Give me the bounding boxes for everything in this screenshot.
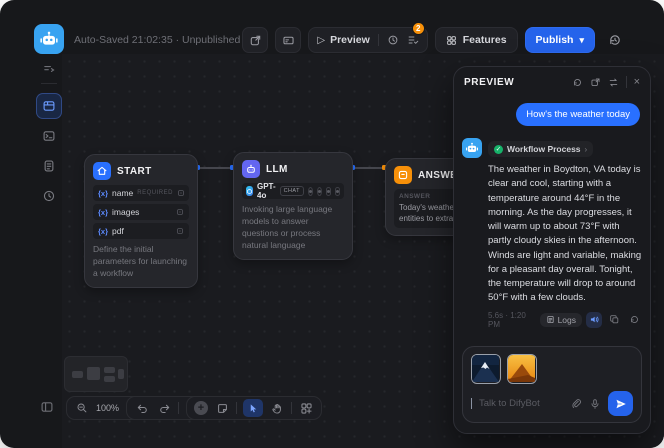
app-logo[interactable] [34,24,64,54]
features-icon [446,35,457,46]
chat-input[interactable] [479,398,563,409]
play-icon: ▷ [317,35,325,46]
zoom-out-icon[interactable] [74,400,90,416]
add-block-button[interactable]: + [194,401,208,415]
organize-blocks-icon[interactable] [298,400,314,416]
text-cursor [471,398,472,409]
bot-answer-text: The weather in Boydton, VA today is clea… [488,163,642,306]
field-type-icon [176,208,184,216]
capability-icon [335,187,340,196]
start-field-name[interactable]: {x} name REQUIRED [93,185,189,201]
voice-input-icon[interactable] [589,398,601,410]
pointer-mode-button[interactable] [243,399,263,417]
model-name: GPT-4o [257,182,276,200]
publish-button[interactable]: Publish ▾ [525,27,595,53]
version-history-button[interactable] [602,27,628,53]
regenerate-button[interactable] [626,312,642,328]
capability-icon [308,187,313,196]
canvas-minimap[interactable] [64,356,128,392]
send-button[interactable] [608,391,633,416]
undo-icon[interactable] [134,400,150,416]
collapse-panel-icon[interactable] [40,400,54,414]
workflow-process-toggle[interactable]: ✓ Workflow Process › [488,141,593,157]
sidebar-item-orchestrate[interactable] [36,93,62,119]
node-llm[interactable]: LLM GPT-4o CHAT Invoking large language … [233,152,353,260]
edge-llm-answer [352,167,385,169]
preview-button[interactable]: ▷ Preview [317,34,369,46]
start-field-images[interactable]: {x} images [93,204,189,220]
chevron-right-icon: › [585,145,588,154]
success-check-icon: ✓ [494,145,503,154]
user-message-bubble: How's the weather today [516,103,640,126]
llm-node-title: LLM [266,164,288,175]
nav-list-icon[interactable] [42,62,56,76]
variable-icon: {x} [98,208,108,217]
field-type-icon [176,227,184,235]
logs-button[interactable]: Logs [540,313,582,327]
autosave-status: Auto-Saved 21:02:35 · Unpublished [74,34,240,46]
capability-icon [317,187,322,196]
message-meta: 5.6s · 1:20 PM [488,311,540,329]
llm-node-icon [242,160,260,178]
sidebar-item-api[interactable] [36,153,62,179]
llm-node-description: Invoking large language models to answer… [242,204,344,252]
llm-model-row[interactable]: GPT-4o CHAT [242,183,344,199]
preview-title: PREVIEW [464,77,514,88]
open-external-button[interactable] [242,27,268,53]
gpt-4o-model-icon [246,186,253,196]
swap-panel-icon[interactable] [608,77,619,88]
variable-icon: {x} [98,189,108,198]
chevron-down-icon: ▾ [579,35,584,46]
attached-image-sunset-mountain[interactable] [507,354,537,384]
chat-input-box [462,346,642,423]
chat-mode-badge: CHAT [280,186,304,196]
preview-panel: PREVIEW × How's the weather today ✓ [453,66,651,434]
start-node-description: Define the initial parameters for launch… [93,244,189,280]
run-history-icon[interactable] [387,34,399,46]
sidebar-item-terminal[interactable] [36,123,62,149]
copy-button[interactable] [606,312,622,328]
answer-node-icon [394,166,412,184]
restart-chat-icon[interactable] [572,77,583,88]
close-icon[interactable]: × [634,77,640,88]
bot-avatar [462,138,482,158]
start-node-icon [93,162,111,180]
attach-file-icon[interactable] [570,398,582,410]
checklist-icon[interactable] [407,34,419,46]
attached-image-night-mountain[interactable] [471,354,501,384]
api-card-button[interactable] [275,27,301,53]
app-window: START {x} name REQUIRED {x} images {x} p… [0,0,664,448]
features-button[interactable]: Features [435,27,518,53]
start-field-pdf[interactable]: {x} pdf [93,223,189,239]
sidebar-item-logs[interactable] [36,183,62,209]
required-badge: REQUIRED [137,190,173,196]
run-controls-group: ▷ Preview 2 [308,27,427,53]
zoom-level[interactable]: 100% [96,403,119,413]
hand-mode-button[interactable] [269,400,285,416]
start-node-title: START [117,166,152,177]
field-type-icon [177,189,185,197]
open-in-new-icon[interactable] [590,77,601,88]
capability-icon [326,187,331,196]
edge-start-llm [197,167,233,169]
variable-icon: {x} [98,227,108,236]
redo-icon[interactable] [156,400,172,416]
add-note-icon[interactable] [214,400,230,416]
node-start[interactable]: START {x} name REQUIRED {x} images {x} p… [84,154,198,288]
speak-aloud-button[interactable] [586,312,602,328]
checklist-badge: 2 [412,22,425,35]
